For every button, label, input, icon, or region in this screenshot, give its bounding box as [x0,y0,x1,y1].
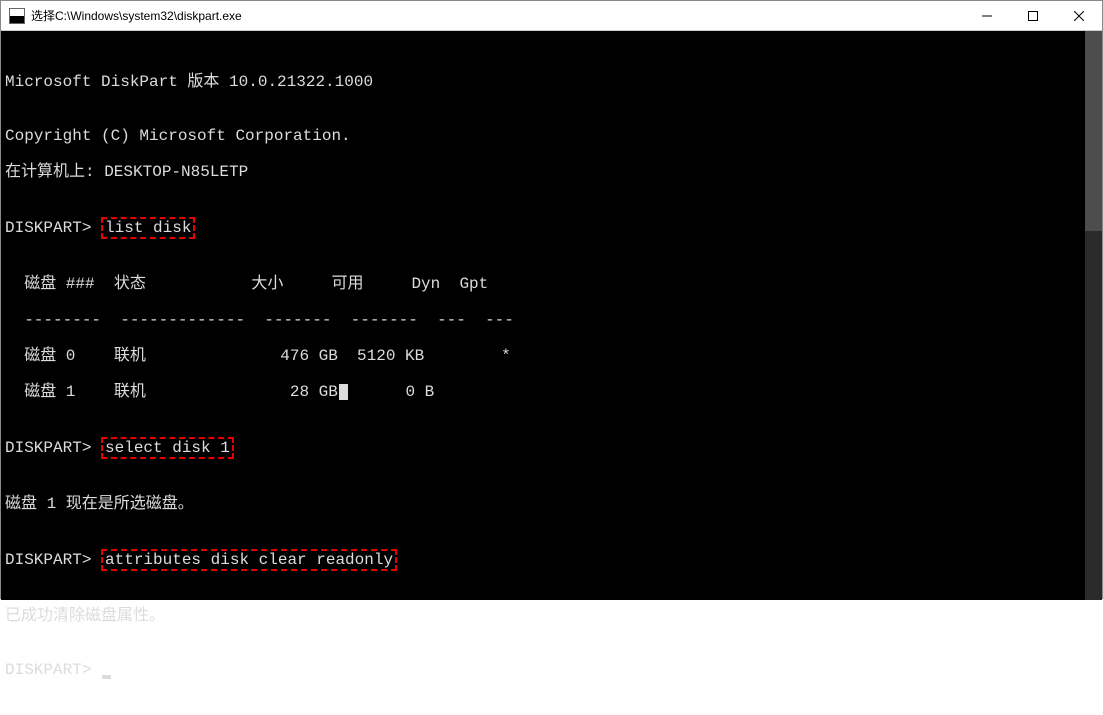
table-header: 磁盘 ### 状态 大小 可用 Dyn Gpt [5,275,1084,293]
terminal-output: Microsoft DiskPart 版本 10.0.21322.1000 Co… [1,31,1084,600]
minimize-icon [982,11,992,21]
terminal-area[interactable]: Microsoft DiskPart 版本 10.0.21322.1000 Co… [1,31,1102,600]
window-controls [964,1,1102,30]
prompt-line-2: DISKPART> select disk 1 [5,437,1084,459]
prompt-prefix: DISKPART> [5,439,101,457]
table-divider: -------- ------------- ------- ------- -… [5,311,1084,329]
table-row: 磁盘 1 联机 28 GB 0 B [5,383,1084,401]
scrollbar-thumb[interactable] [1085,31,1102,231]
cmd-select-disk: select disk 1 [101,437,234,459]
cmd-list-disk: list disk [101,217,195,239]
version-line: Microsoft DiskPart 版本 10.0.21322.1000 [5,73,1084,91]
computer-line: 在计算机上: DESKTOP-N85LETP [5,163,1084,181]
row1-right: 0 B [348,383,434,401]
prompt-line-4: DISKPART> [5,661,1084,679]
input-cursor [102,675,111,679]
close-button[interactable] [1056,1,1102,30]
close-icon [1074,11,1084,21]
block-cursor [339,384,348,400]
scrollbar-track[interactable] [1085,31,1102,600]
row1-left: 磁盘 1 联机 28 GB [5,383,338,401]
window-title: 选择C:\Windows\system32\diskpart.exe [31,7,964,24]
prompt-line-3: DISKPART> attributes disk clear readonly [5,549,1084,571]
app-icon [9,8,25,24]
title-bar: 选择C:\Windows\system32\diskpart.exe [1,1,1102,31]
prompt-prefix: DISKPART> [5,661,101,679]
maximize-icon [1028,11,1038,21]
cmd-attributes-clear: attributes disk clear readonly [101,549,397,571]
maximize-button[interactable] [1010,1,1056,30]
prompt-prefix: DISKPART> [5,219,101,237]
msg-selected: 磁盘 1 现在是所选磁盘。 [5,495,1084,513]
prompt-line-1: DISKPART> list disk [5,217,1084,239]
copyright-line: Copyright (C) Microsoft Corporation. [5,127,1084,145]
msg-cleared: 已成功清除磁盘属性。 [5,607,1084,625]
minimize-button[interactable] [964,1,1010,30]
table-row: 磁盘 0 联机 476 GB 5120 KB * [5,347,1084,365]
prompt-prefix: DISKPART> [5,551,101,569]
